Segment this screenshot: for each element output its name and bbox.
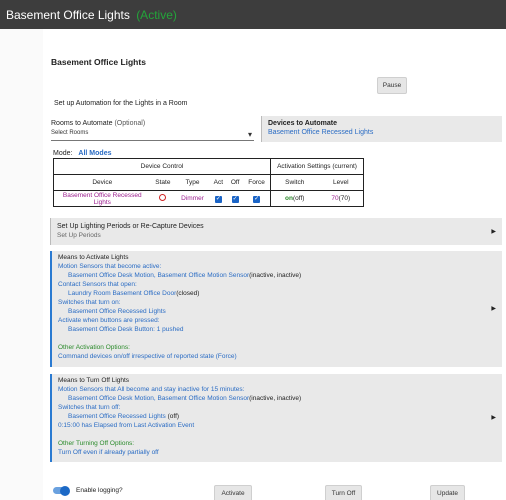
off-line1: Motion Sensors that All become and stay … <box>58 386 245 393</box>
device-control-table: Device Control Activation Settings (curr… <box>53 158 364 207</box>
rooms-optional: (Optional) <box>114 120 146 127</box>
off-line3: Switches that turn off: <box>58 404 121 411</box>
lighting-periods-panel[interactable]: Set Up Lighting Periods or Re-Capture De… <box>50 218 502 245</box>
off-line5: 0:15:00 has Elapsed from Last Activation… <box>58 422 195 429</box>
activate-line1: Motion Sensors that become active: <box>58 263 162 270</box>
col-switch: Switch <box>270 174 319 191</box>
update-button[interactable]: Update <box>430 485 465 500</box>
activate-line4: Laundry Room Basement Office Door(closed… <box>68 290 199 297</box>
section-title: Set up Automation for the Lights in a Ro… <box>54 100 188 107</box>
mode-value[interactable]: All Modes <box>78 150 111 157</box>
toggle-knob <box>60 485 70 496</box>
off-line6: Other Turning Off Options: <box>58 440 135 447</box>
col-force: Force <box>243 174 272 191</box>
activate-line6: Basement Office Recessed Lights <box>68 308 166 315</box>
title-bar: Basement Office Lights (Active) <box>0 0 506 29</box>
activate-line7: Activate when buttons are pressed: <box>58 317 160 324</box>
activate-lights-panel[interactable]: Means to Activate Lights Motion Sensors … <box>50 251 502 367</box>
off-motion-state: (inactive, inactive) <box>249 395 302 402</box>
rooms-label: Rooms to Automate (Optional) <box>51 120 145 127</box>
pause-button[interactable]: Pause <box>377 77 407 94</box>
row-switch[interactable]: on(off) <box>270 190 319 207</box>
off-line2: Basement Office Desk Motion, Basement Of… <box>68 395 301 402</box>
activate-line5: Switches that turn on: <box>58 299 121 306</box>
chevron-right-icon: ▶ <box>491 306 496 312</box>
act-checkbox-icon: ✓ <box>214 195 222 203</box>
row-act[interactable]: ✓ <box>209 190 228 207</box>
col-act: Act <box>213 179 224 186</box>
activate-line3: Contact Sensors that open: <box>58 281 137 288</box>
periods-title: Set Up Lighting Periods or Re-Capture De… <box>57 223 204 230</box>
state-off-circle-icon <box>159 194 167 201</box>
page-content: Basement Office Lights Pause Set up Auto… <box>43 29 506 500</box>
col-state: State <box>155 179 171 186</box>
rooms-placeholder: Select Rooms <box>51 130 89 136</box>
off-line4: Basement Office Recessed Lights (off) <box>68 413 179 420</box>
table-row: Basement Office Recessed Lights Dimmer ✓… <box>53 190 364 207</box>
rooms-label-text: Rooms to Automate <box>51 120 113 127</box>
page-title: Basement Office Lights <box>51 57 146 67</box>
activate-motion-state: (inactive, inactive) <box>249 272 302 279</box>
force-checkbox-icon: ✓ <box>253 195 261 203</box>
off-switch-state: (off) <box>167 413 180 420</box>
devices-value: Basement Office Recessed Lights <box>268 129 374 136</box>
activate-line9: Other Activation Options: <box>58 344 130 351</box>
table-group-activation: Activation Settings (current) <box>270 158 364 175</box>
devices-to-automate-panel: Devices to Automate Basement Office Rece… <box>261 116 502 142</box>
logging-toggle[interactable] <box>53 485 70 496</box>
activate-contact-sensor: Laundry Room Basement Office Door <box>68 290 177 297</box>
logging-label: Enable logging? <box>76 487 123 494</box>
level-value: 70 <box>331 195 339 202</box>
rooms-select[interactable]: Select Rooms ▾ <box>51 130 254 141</box>
col-off: Off <box>230 179 240 186</box>
app-status: (Active) <box>136 8 177 22</box>
level-current: (70) <box>338 195 351 202</box>
turn-off-button[interactable]: Turn Off <box>325 485 362 500</box>
activate-motion-sensors: Basement Office Desk Motion, Basement Of… <box>68 272 250 279</box>
off-switch: Basement Office Recessed Lights <box>68 413 166 420</box>
off-title: Means to Turn Off Lights <box>58 377 130 384</box>
row-device[interactable]: Basement Office Recessed Lights <box>53 190 151 207</box>
activate-contact-state: (closed) <box>176 290 200 297</box>
chevron-right-icon: ▶ <box>491 415 496 421</box>
activate-button[interactable]: Activate <box>214 485 252 500</box>
switch-value: on <box>285 195 293 202</box>
col-level: Level <box>318 174 364 191</box>
col-device: Device <box>53 174 151 191</box>
row-off[interactable]: ✓ <box>227 190 244 207</box>
chevron-down-icon: ▾ <box>247 130 252 139</box>
row-force[interactable]: ✓ <box>243 190 272 207</box>
table-group-device-control: Device Control <box>53 158 271 175</box>
app-title-text: Basement Office Lights <box>6 8 130 22</box>
activate-line2: Basement Office Desk Motion, Basement Of… <box>68 272 301 279</box>
devices-title: Devices to Automate <box>268 120 337 127</box>
mode-row: Mode: All Modes <box>53 150 111 157</box>
row-level[interactable]: 70(70) <box>318 190 364 207</box>
turn-off-lights-panel[interactable]: Means to Turn Off Lights Motion Sensors … <box>50 374 502 462</box>
row-type: Dimmer <box>175 190 210 207</box>
col-type: Type <box>185 179 200 186</box>
row-state[interactable] <box>150 190 176 207</box>
activate-title: Means to Activate Lights <box>58 254 129 261</box>
mode-label: Mode: <box>53 150 73 157</box>
switch-current: (off) <box>293 195 305 202</box>
off-checkbox-icon: ✓ <box>231 195 239 203</box>
activate-line8: Basement Office Desk Button: 1 pushed <box>68 326 184 333</box>
activate-line10: Command devices on/off irrespective of r… <box>58 353 237 360</box>
off-motion-sensors: Basement Office Desk Motion, Basement Of… <box>68 395 250 402</box>
app-title: Basement Office Lights (Active) <box>6 8 177 22</box>
off-line7: Turn Off even if already partially off <box>58 449 159 456</box>
periods-sub: Set Up Periods <box>57 232 101 239</box>
chevron-right-icon: ▶ <box>491 229 496 235</box>
